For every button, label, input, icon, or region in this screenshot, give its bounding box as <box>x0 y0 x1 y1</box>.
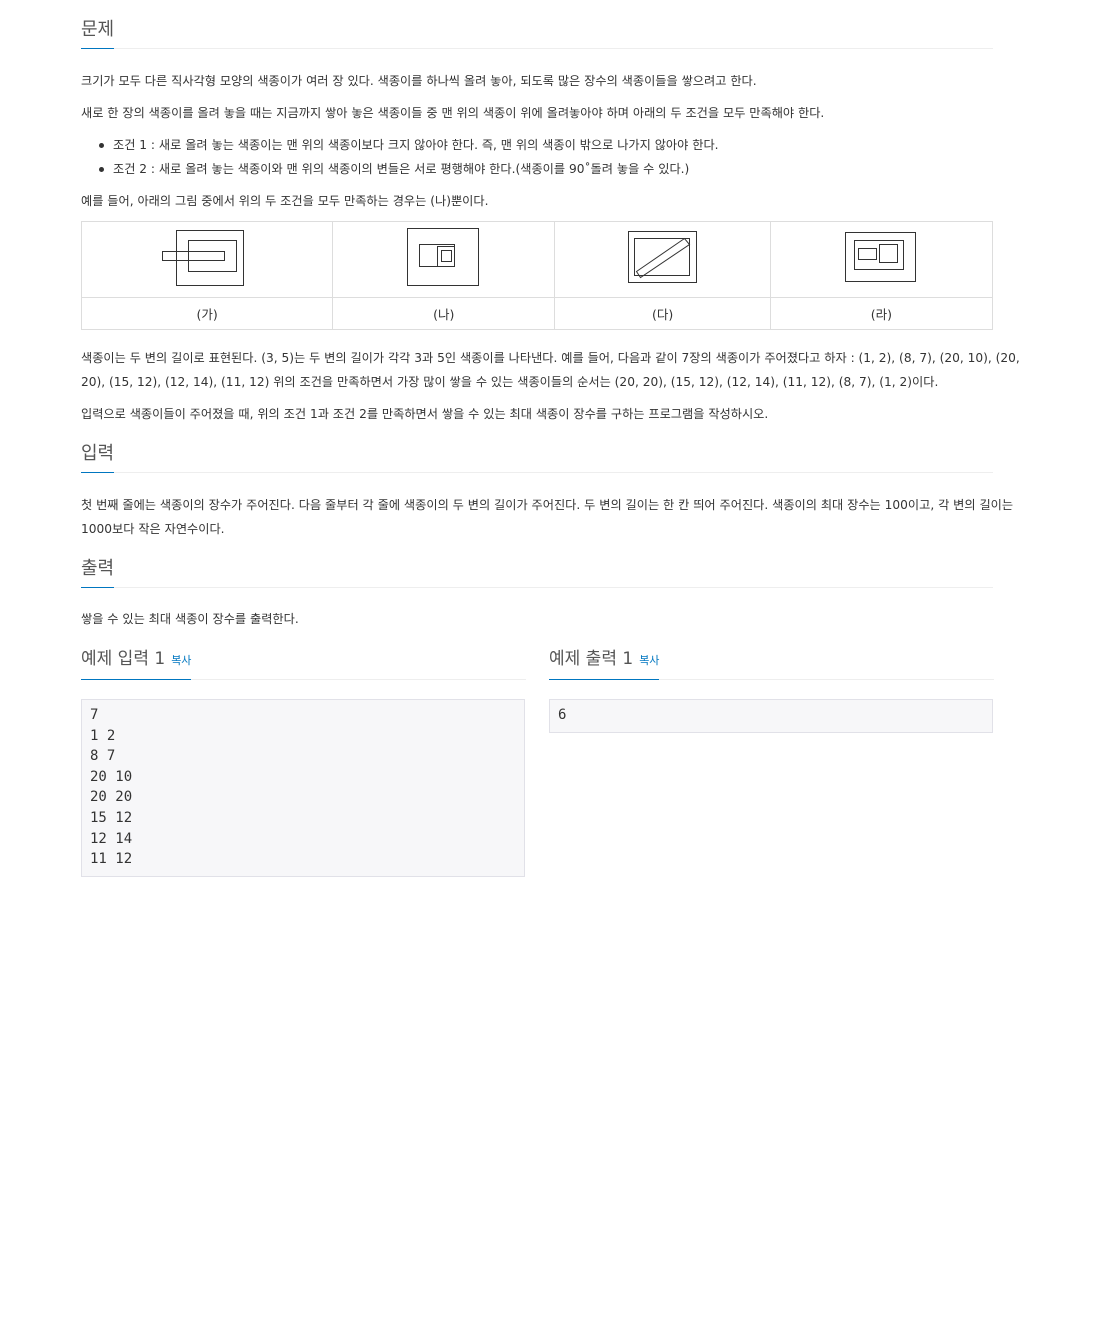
problem-paragraph-4-line-2: 20), (15, 12), (12, 14), (11, 12) 위의 조건을… <box>81 375 939 389</box>
output-title: 출력 <box>81 557 115 588</box>
condition-2: 조건 2 : 새로 올려 놓는 색종이와 맨 위의 색종이의 변들은 서로 평행… <box>113 162 690 176</box>
sample-input-header: 예제 입력 1 복사 <box>81 646 526 680</box>
problem-title: 문제 <box>81 18 115 49</box>
figure-ga <box>80 221 334 298</box>
sample-output-header: 예제 출력 1 복사 <box>549 646 994 680</box>
sample-input-title-text: 예제 입력 1 <box>81 649 166 669</box>
problem-paragraph-5: 입력으로 색종이들이 주어졌을 때, 위의 조건 1과 조건 2를 만족하면서 … <box>81 407 769 421</box>
sample-output-title: 예제 출력 1 복사 <box>549 647 660 680</box>
figure-na-image <box>406 227 479 286</box>
input-section-header: 입력 <box>81 424 993 473</box>
problem-paragraph-2: 새로 한 장의 색종이를 올려 놓을 때는 지금까지 쌓아 놓은 색종이들 중 … <box>81 106 825 120</box>
figure-caption: (나) <box>332 297 556 330</box>
copy-sample-input-button[interactable]: 복사 <box>171 654 191 667</box>
input-description-line-2: 1000보다 작은 자연수이다. <box>81 522 225 536</box>
output-description: 쌓을 수 있는 최대 색종이 장수를 출력한다. <box>81 612 299 626</box>
problem-paragraph-3: 예를 들어, 아래의 그림 중에서 위의 두 조건을 모두 만족하는 경우는 (… <box>81 194 489 208</box>
bullet-icon <box>99 167 104 172</box>
figure-caption: (다) <box>554 297 771 330</box>
sample-input-code: 7 1 2 8 7 20 10 20 20 15 12 12 14 11 12 <box>81 699 525 877</box>
problem-section-header: 문제 <box>81 0 993 49</box>
figure-ra <box>769 221 994 298</box>
figure-caption: (라) <box>769 297 994 330</box>
sample-input-section: 예제 입력 1 복사 7 1 2 8 7 20 10 20 20 15 12 12… <box>81 646 526 1326</box>
copy-sample-output-button[interactable]: 복사 <box>639 654 659 667</box>
figure-da-image <box>627 230 697 283</box>
problem-paragraph-1: 크기가 모두 다른 직사각형 모양의 색종이가 여러 장 있다. 색종이를 하나… <box>81 74 757 88</box>
figure-table: (가) (나) (다) (라) <box>80 221 994 330</box>
sample-input-title: 예제 입력 1 복사 <box>81 647 192 680</box>
figure-caption: (가) <box>80 297 334 330</box>
sample-output-title-text: 예제 출력 1 <box>549 649 634 669</box>
output-section-header: 출력 <box>81 539 993 588</box>
problem-paragraph-4-line-1: 색종이는 두 변의 길이로 표현된다. (3, 5)는 두 변의 길이가 각각 … <box>81 351 1020 365</box>
input-description-line-1: 첫 번째 줄에는 색종이의 장수가 주어진다. 다음 줄부터 각 줄에 색종이의… <box>81 498 1014 512</box>
bullet-icon <box>99 143 104 148</box>
figure-ra-image <box>845 231 917 282</box>
condition-1: 조건 1 : 새로 올려 놓는 색종이는 맨 위의 색종이보다 크지 않아야 한… <box>113 138 719 152</box>
sample-output-code: 6 <box>549 699 993 733</box>
figure-da <box>554 221 771 298</box>
input-title: 입력 <box>81 442 115 473</box>
figure-ga-image <box>162 229 245 286</box>
sample-output-section: 예제 출력 1 복사 6 <box>549 646 994 1326</box>
figure-na <box>332 221 556 298</box>
